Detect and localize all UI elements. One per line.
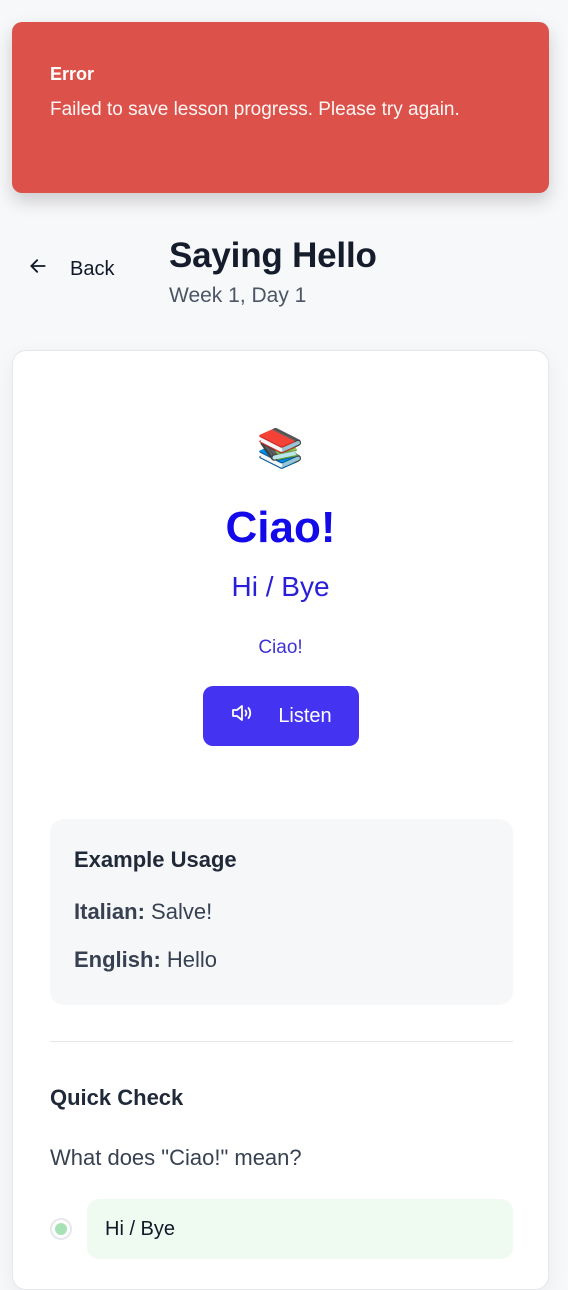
- example-italian: Italian: Salve!: [74, 899, 489, 925]
- quick-check-question: What does "Ciao!" mean?: [50, 1145, 302, 1170]
- quiz-option[interactable]: Hi / Bye: [50, 1199, 513, 1259]
- english-text: Hello: [166, 947, 218, 972]
- lesson-pronunciation: Ciao!: [258, 637, 303, 658]
- divider: [50, 1041, 513, 1042]
- italian-label: Italian:: [74, 899, 145, 924]
- listen-button[interactable]: Listen: [203, 686, 359, 746]
- option-radio[interactable]: [50, 1218, 72, 1240]
- toast-title: Error: [50, 64, 95, 84]
- toast-message: Failed to save lesson progress. Please t…: [50, 99, 460, 120]
- error-toast[interactable]: Error Failed to save lesson progress. Pl…: [12, 22, 549, 193]
- lesson-header: Back Saying Hello Week 1, Day 1: [0, 230, 568, 320]
- back-button[interactable]: Back: [28, 256, 114, 282]
- lesson-translation: Hi / Bye: [231, 571, 330, 602]
- lesson-word: Ciao!: [225, 503, 336, 552]
- books-icon: 📚: [256, 428, 305, 470]
- lesson-card: 📚 Ciao! Hi / Bye Ciao! Listen Example Us…: [12, 350, 549, 1290]
- english-label: English:: [74, 947, 161, 972]
- back-label: Back: [70, 257, 115, 280]
- arrow-left-icon: [28, 256, 70, 282]
- page-subtitle: Week 1, Day 1: [169, 284, 307, 307]
- listen-label: Listen: [278, 704, 332, 727]
- example-english: English: Hello: [74, 947, 489, 973]
- radio-dot: [55, 1223, 67, 1235]
- example-title: Example Usage: [74, 847, 237, 872]
- quick-check-title: Quick Check: [50, 1085, 184, 1110]
- page-title: Saying Hello: [169, 236, 377, 275]
- example-usage-box: Example Usage Italian: Salve! English: H…: [50, 819, 513, 1005]
- speaker-icon: [230, 703, 278, 729]
- italian-text: Salve!: [151, 899, 213, 924]
- quiz-option-label[interactable]: Hi / Bye: [87, 1199, 513, 1259]
